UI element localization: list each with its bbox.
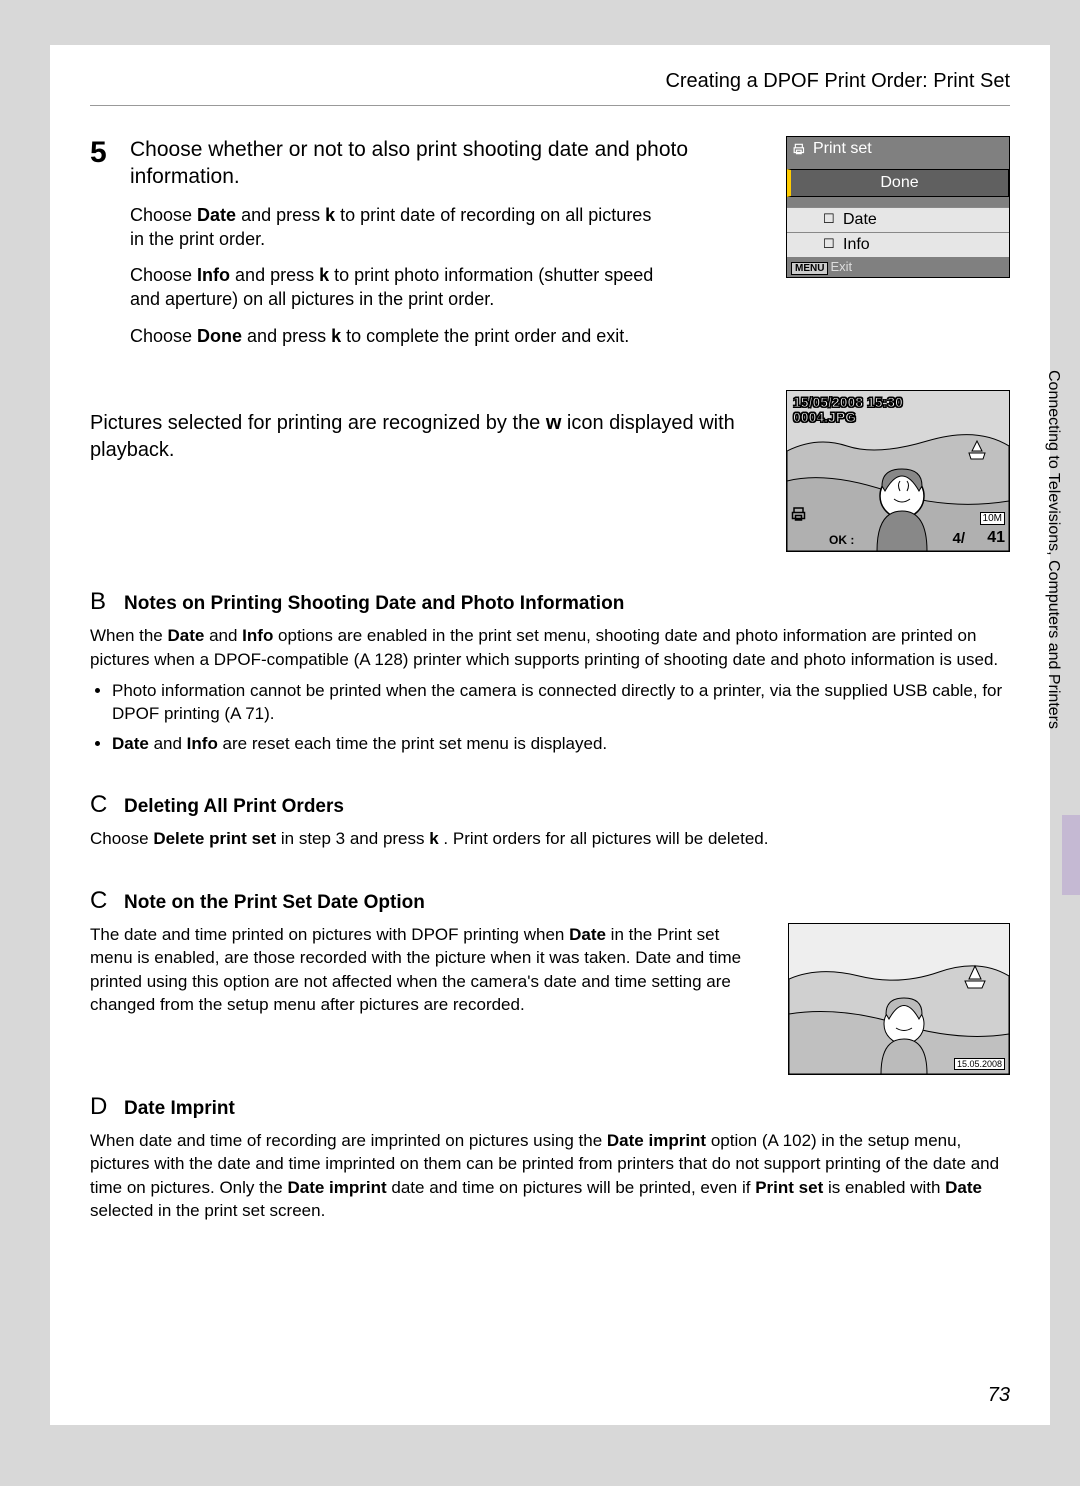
note-section-b: B Notes on Printing Shooting Date and Ph… <box>90 588 1010 755</box>
note-body: When date and time of recording are impr… <box>90 1129 1010 1223</box>
step-block: 5 Choose whether or not to also print sh… <box>90 136 1010 360</box>
note-glyph: C <box>90 791 112 819</box>
note-body: Choose Delete print set in step 3 and pr… <box>90 827 1010 850</box>
note-section-c1: C Deleting All Print Orders Choose Delet… <box>90 791 1010 850</box>
note-title: Date Imprint <box>124 1098 235 1120</box>
page-title: Creating a DPOF Print Order: Print Set <box>90 70 1010 106</box>
thumb-counter: 4/ <box>952 530 965 547</box>
thumb-ok-label: OK : <box>829 533 854 547</box>
print-order-icon <box>791 505 809 523</box>
step-paragraph: Choose Done and press k to complete the … <box>130 324 1010 348</box>
lcd-info-item: Info <box>787 232 1009 257</box>
print-set-icon <box>793 142 807 156</box>
note-glyph: C <box>90 887 112 915</box>
step-paragraph: Choose Date and press k to print date of… <box>130 203 670 252</box>
manual-page: Creating a DPOF Print Order: Print Set C… <box>50 45 1050 1425</box>
lcd-done-item: Done <box>787 169 1009 197</box>
step-title: Choose whether or not to also print shoo… <box>130 136 770 191</box>
note-body: When the Date and Info options are enabl… <box>90 624 1010 755</box>
note-body: The date and time printed on pictures wi… <box>90 923 762 1075</box>
step-number: 5 <box>90 136 130 360</box>
note-bullet: Date and Info are reset each time the pr… <box>112 732 1010 755</box>
recognition-text: Pictures selected for printing are recog… <box>90 410 766 464</box>
lcd-title: Print set <box>813 140 872 158</box>
note-glyph: D <box>90 1093 112 1121</box>
recognition-block: Pictures selected for printing are recog… <box>90 390 1010 552</box>
playback-thumbnail: 15/05/2008 15:30 0004.JPG OK : 4/ 10M 41 <box>786 390 1010 552</box>
note-glyph: B <box>90 588 112 616</box>
note-title: Notes on Printing Shooting Date and Phot… <box>124 593 624 615</box>
step-paragraph: Choose Info and press k to print photo i… <box>130 263 670 312</box>
note-bullet: Photo information cannot be printed when… <box>112 679 1010 726</box>
side-chapter-label: Connecting to Televisions, Computers and… <box>1044 370 1062 729</box>
lcd-date-item: Date <box>787 207 1009 232</box>
note-section-c2: C Note on the Print Set Date Option The … <box>90 887 1010 1075</box>
imprinted-date: 15.05.2008 <box>954 1058 1005 1070</box>
thumb-badges: 10M 41 <box>980 512 1005 547</box>
note-title: Note on the Print Set Date Option <box>124 892 425 914</box>
side-tab <box>1062 815 1080 895</box>
note-section-d: D Date Imprint When date and time of rec… <box>90 1093 1010 1223</box>
lcd-exit-label: Exit <box>830 259 852 274</box>
lcd-menu-screenshot: Print set Done Date Info MENUExit <box>786 136 1010 324</box>
menu-icon: MENU <box>791 262 828 275</box>
thumb-overlay-text: 15/05/2008 15:30 0004.JPG <box>793 395 903 426</box>
page-number: 73 <box>988 1384 1010 1407</box>
date-imprint-thumbnail: 15.05.2008 <box>788 923 1010 1075</box>
note-title: Deleting All Print Orders <box>124 796 344 818</box>
